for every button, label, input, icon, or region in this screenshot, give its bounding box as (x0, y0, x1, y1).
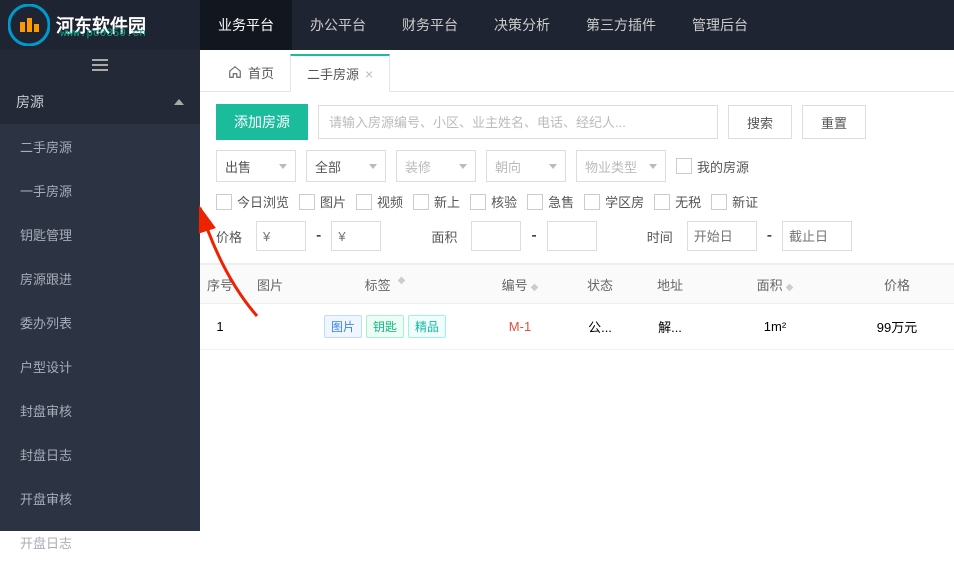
caret-down-icon (369, 164, 377, 169)
filter-check[interactable]: 新上 (413, 192, 460, 211)
select-decoration[interactable]: 装修 (396, 150, 476, 182)
sidebar-item[interactable]: 开盘审核 (0, 476, 200, 520)
table-header: 序号 图片 标签◆ 编号◆ 状态 地址 面积◆ 价格 (200, 264, 954, 304)
header-area[interactable]: 面积◆ (710, 275, 840, 294)
sidebar-item[interactable]: 委办列表 (0, 300, 200, 344)
header-code[interactable]: 编号◆ (470, 275, 570, 294)
sidebar-item[interactable]: 户型设计 (0, 344, 200, 388)
sort-icon: ◆ (398, 275, 406, 294)
area-max-input[interactable] (547, 221, 597, 251)
topnav-item[interactable]: 决策分析 (476, 0, 568, 50)
logo-url: www.pc0359.cn (60, 28, 146, 40)
select-sale[interactable]: 出售 (216, 150, 296, 182)
header-index: 序号 (200, 275, 240, 294)
sidebar-toggle[interactable] (0, 50, 200, 80)
close-icon[interactable]: × (365, 66, 373, 82)
header-addr: 地址 (630, 275, 710, 294)
header-price: 价格 (840, 275, 954, 294)
filter-check[interactable]: 急售 (527, 192, 574, 211)
sidebar-group-housing[interactable]: 房源 (0, 80, 200, 124)
caret-down-icon (649, 164, 657, 169)
sidebar-item[interactable]: 二手房源 (0, 124, 200, 168)
home-icon (228, 65, 242, 79)
data-table: 序号 图片 标签◆ 编号◆ 状态 地址 面积◆ 价格 1图片钥匙精品M-1公..… (200, 264, 954, 350)
topnav-item[interactable]: 业务平台 (200, 0, 292, 50)
area-min-input[interactable] (471, 221, 521, 251)
reset-button[interactable]: 重置 (802, 105, 866, 139)
logo-area: 河东软件园 www.pc0359.cn (0, 0, 200, 50)
checkbox-icon (711, 194, 727, 210)
checkbox-icon (676, 158, 692, 174)
chevron-up-icon (174, 99, 184, 105)
checkbox-icon (216, 194, 232, 210)
tag: 精品 (408, 315, 446, 338)
checkbox-icon (356, 194, 372, 210)
checkbox-icon (584, 194, 600, 210)
search-button[interactable]: 搜索 (728, 105, 792, 139)
topnav-item[interactable]: 财务平台 (384, 0, 476, 50)
filter-check[interactable]: 视频 (356, 192, 403, 211)
select-property-type[interactable]: 物业类型 (576, 150, 666, 182)
tag: 图片 (324, 315, 362, 338)
select-orientation[interactable]: 朝向 (486, 150, 566, 182)
toolbar: 添加房源 搜索 重置 出售 全部 装修 朝向 物业类型 我的房源 今日浏览图片视… (200, 92, 954, 264)
date-end-input[interactable] (782, 221, 852, 251)
sort-icon: ◆ (786, 282, 794, 293)
checkbox-icon (470, 194, 486, 210)
filter-check[interactable]: 核验 (470, 192, 517, 211)
filter-check[interactable]: 无税 (654, 192, 701, 211)
check-mine[interactable]: 我的房源 (676, 157, 749, 176)
search-input[interactable] (318, 105, 718, 139)
table-row[interactable]: 1图片钥匙精品M-1公...解...1m²99万元 (200, 304, 954, 350)
sort-icon: ◆ (531, 282, 539, 293)
filter-check[interactable]: 学区房 (584, 192, 644, 211)
header-tags[interactable]: 标签◆ (300, 275, 470, 294)
sidebar-item[interactable]: 一手房源 (0, 168, 200, 212)
checkbox-icon (413, 194, 429, 210)
filter-check[interactable]: 今日浏览 (216, 192, 289, 211)
topnav-item[interactable]: 办公平台 (292, 0, 384, 50)
tag: 钥匙 (366, 315, 404, 338)
price-label: 价格 (216, 227, 242, 246)
caret-down-icon (279, 164, 287, 169)
topnav-item[interactable]: 管理后台 (674, 0, 766, 50)
checkbox-icon (299, 194, 315, 210)
logo-icon (8, 4, 50, 46)
filter-check[interactable]: 新证 (711, 192, 758, 211)
sidebar-item[interactable]: 开盘日志 (0, 520, 200, 564)
area-label: 面积 (431, 227, 457, 246)
sidebar-item[interactable]: 钥匙管理 (0, 212, 200, 256)
select-all[interactable]: 全部 (306, 150, 386, 182)
topnav-item[interactable]: 第三方插件 (568, 0, 674, 50)
checkbox-icon (654, 194, 670, 210)
price-min-input[interactable] (256, 221, 306, 251)
tab[interactable]: 二手房源× (290, 54, 390, 92)
sidebar-item[interactable]: 封盘日志 (0, 432, 200, 476)
filter-check[interactable]: 图片 (299, 192, 346, 211)
date-start-input[interactable] (687, 221, 757, 251)
caret-down-icon (549, 164, 557, 169)
tab-bar: 首页二手房源× (200, 50, 954, 92)
header-image: 图片 (240, 275, 300, 294)
time-label: 时间 (647, 227, 673, 246)
header-status: 状态 (570, 275, 630, 294)
top-nav: 河东软件园 www.pc0359.cn 业务平台办公平台财务平台决策分析第三方插… (0, 0, 954, 50)
checkbox-icon (527, 194, 543, 210)
sidebar-item[interactable]: 房源跟进 (0, 256, 200, 300)
hamburger-icon (92, 59, 108, 71)
sidebar-item[interactable]: 封盘审核 (0, 388, 200, 432)
price-max-input[interactable] (331, 221, 381, 251)
content-area: 首页二手房源× 添加房源 搜索 重置 出售 全部 装修 朝向 物业类型 我的房源… (200, 50, 954, 531)
tab[interactable]: 首页 (212, 53, 290, 91)
sidebar: 房源 二手房源一手房源钥匙管理房源跟进委办列表户型设计封盘审核封盘日志开盘审核开… (0, 50, 200, 531)
caret-down-icon (459, 164, 467, 169)
sidebar-group-label: 房源 (16, 92, 44, 112)
add-housing-button[interactable]: 添加房源 (216, 104, 308, 140)
